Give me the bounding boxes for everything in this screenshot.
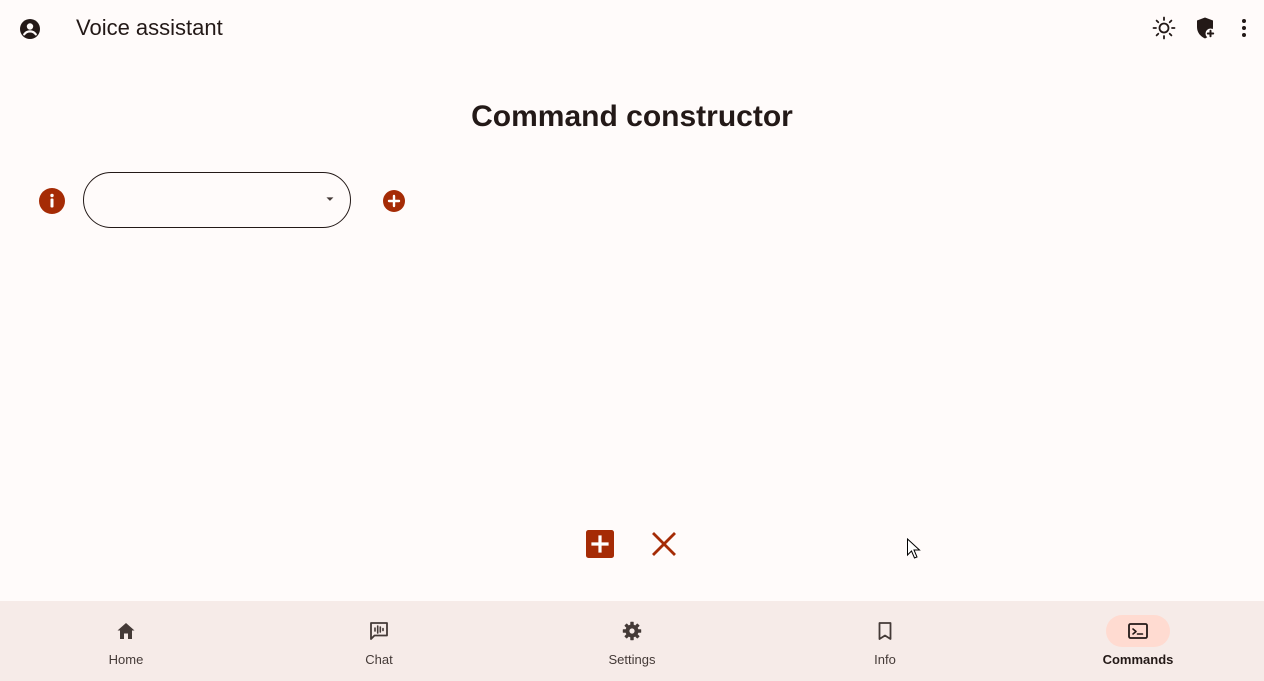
app-bar: Voice assistant [0,0,1264,58]
gear-icon [622,621,642,641]
nav-label-info: Info [874,652,896,667]
nav-label-home: Home [108,652,144,667]
nav-item-info[interactable]: Info [825,601,945,681]
bookmark-icon [875,621,895,641]
nav-item-commands[interactable]: Commands [1078,601,1198,681]
nav-item-settings[interactable]: Settings [572,601,692,681]
add-moderator-icon[interactable] [1193,16,1217,40]
nav-item-home[interactable]: Home [66,601,186,681]
nav-label-chat: Chat [365,652,393,667]
brightness-icon[interactable] [1152,16,1176,40]
command-dropdown[interactable] [83,172,351,228]
account-circle-icon[interactable] [18,17,42,41]
chat-voice-icon [369,621,389,641]
more-vert-icon[interactable] [1232,16,1256,40]
info-icon[interactable] [39,188,65,214]
mouse-cursor-icon [906,538,922,560]
bottom-navigation: Home Chat Settings Info Commands [0,601,1264,681]
close-icon[interactable] [650,530,678,558]
nav-label-settings: Settings [608,652,656,667]
terminal-icon [1128,621,1148,641]
nav-label-commands: Commands [1102,652,1174,667]
arrow-drop-down-icon [324,196,336,204]
add-circle-icon[interactable] [383,190,405,212]
app-title: Voice assistant [76,15,223,40]
nav-item-chat[interactable]: Chat [319,601,439,681]
page-title: Command constructor [471,100,793,133]
home-icon [116,621,136,641]
add-box-icon[interactable] [586,530,614,558]
